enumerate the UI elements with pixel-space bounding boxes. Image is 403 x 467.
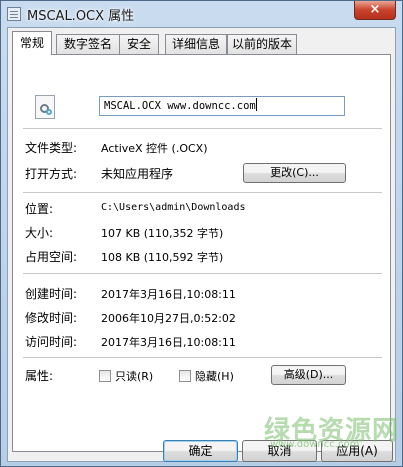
size-on-disk-value: 108 KB (110,592 字节)	[101, 251, 224, 264]
tab-security[interactable]: 安全	[119, 34, 159, 54]
separator	[23, 192, 382, 193]
file-name-input[interactable]: MSCAL.OCX www.downcc.com	[99, 96, 345, 116]
modified-value: 2006年10月27日,0:52:02	[101, 312, 236, 325]
size-on-disk-label: 占用空间:	[25, 250, 78, 264]
hidden-checkbox[interactable]	[179, 370, 191, 382]
opens-with-label: 打开方式:	[25, 167, 78, 181]
accessed-value: 2017年3月16日,10:08:11	[101, 336, 236, 349]
text-caret	[255, 98, 257, 111]
properties-window: MSCAL.OCX 属性 × 常规 数字签名 安全 详细信息 以前的版本 MSC…	[0, 0, 403, 467]
tab-digital-signatures[interactable]: 数字签名	[56, 34, 120, 54]
modified-label: 修改时间:	[25, 311, 78, 325]
general-tab-panel: MSCAL.OCX www.downcc.com 文件类型: ActiveX 控…	[12, 54, 391, 452]
hidden-checkbox-label[interactable]: 隐藏(H)	[195, 368, 234, 384]
separator	[23, 128, 382, 129]
watermark-url: www.downcc.com	[270, 439, 360, 450]
window-title: MSCAL.OCX 属性	[27, 9, 135, 24]
separator	[23, 273, 382, 274]
separator	[23, 357, 382, 358]
change-button[interactable]: 更改(C)...	[243, 163, 346, 183]
file-name-text: MSCAL.OCX www.downcc.com	[104, 100, 256, 112]
dialog-client-area: 常规 数字签名 安全 详细信息 以前的版本 MSCAL.OCX www.down…	[7, 27, 396, 462]
advanced-button[interactable]: 高级(D)...	[271, 365, 346, 385]
readonly-checkbox[interactable]	[99, 370, 111, 382]
tab-previous-versions[interactable]: 以前的版本	[227, 34, 297, 54]
file-properties-icon	[7, 7, 21, 21]
attributes-label: 属性:	[25, 369, 54, 383]
opens-with-value: 未知应用程序	[101, 167, 174, 181]
file-type-label: 文件类型:	[25, 141, 78, 155]
ok-button[interactable]: 确定	[163, 440, 238, 462]
file-type-value: ActiveX 控件 (.OCX)	[101, 142, 208, 155]
tab-details[interactable]: 详细信息	[165, 34, 227, 54]
created-label: 创建时间:	[25, 287, 78, 301]
title-bar[interactable]: MSCAL.OCX 属性 ×	[1, 1, 402, 27]
accessed-label: 访问时间:	[25, 335, 78, 349]
ocx-file-icon	[35, 95, 55, 119]
size-label: 大小:	[25, 226, 54, 240]
close-button[interactable]: ×	[354, 1, 396, 20]
location-value: C:\Users\admin\Downloads	[101, 202, 246, 213]
created-value: 2017年3月16日,10:08:11	[101, 288, 236, 301]
readonly-checkbox-label[interactable]: 只读(R)	[115, 368, 153, 384]
location-label: 位置:	[25, 202, 54, 216]
size-value: 107 KB (110,352 字节)	[101, 227, 224, 240]
tab-general[interactable]: 常规	[12, 31, 52, 55]
